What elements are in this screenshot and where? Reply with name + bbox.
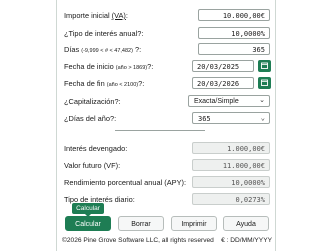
compounding-value: Exacta/Simple xyxy=(194,98,239,105)
principal-label: Importe inicial (VA): xyxy=(64,11,128,20)
start-date-label: Fecha de inicio (año > 1869)?: xyxy=(64,62,154,71)
days-year-row: ¿Días del año?: 365 ⌄ xyxy=(64,112,270,125)
calendar-icon xyxy=(261,62,268,69)
principal-input[interactable]: 10.000,00€ xyxy=(198,9,270,21)
apy-output: 10,0000% xyxy=(192,176,270,188)
rate-label: ¿Tipo de interés anual?: xyxy=(64,29,144,38)
interest-label: Interés devengado: xyxy=(64,144,128,153)
days-year-value: 365 xyxy=(198,115,211,123)
calculate-button[interactable]: Calcular xyxy=(65,216,111,231)
rate-input[interactable]: 10,0000% xyxy=(198,27,270,39)
days-year-label: ¿Días del año?: xyxy=(64,114,117,123)
print-button[interactable]: Imprimir xyxy=(171,216,217,231)
interest-output: 1.000,00€ xyxy=(192,142,270,154)
help-button[interactable]: Ayuda xyxy=(223,216,269,231)
compounding-select[interactable]: Exacta/Simple ⌄ xyxy=(188,95,270,107)
compounding-label: ¿Capitalización?: xyxy=(64,97,121,106)
end-date-row: Fecha de fin (año < 2100)?: 20/03/2026 xyxy=(64,77,271,90)
days-input[interactable]: 365 xyxy=(198,43,270,55)
copyright-text: ©2026 Pine Grove Software LLC, all right… xyxy=(62,237,214,244)
future-value-row: Valor futuro (VF): 11.000,00€ xyxy=(64,159,270,172)
end-date-calendar-button[interactable] xyxy=(258,77,271,89)
calculate-tooltip: Calcular xyxy=(72,203,104,217)
section-divider xyxy=(115,130,205,131)
chevron-down-icon: ⌄ xyxy=(259,97,265,104)
footer: ©2026 Pine Grove Software LLC, all right… xyxy=(62,237,272,244)
start-date-input[interactable]: 20/03/2025 xyxy=(192,60,254,72)
start-date-row: Fecha de inicio (año > 1869)?: 20/03/202… xyxy=(64,60,271,73)
rate-row: ¿Tipo de interés anual?: 10,0000% xyxy=(64,27,270,40)
future-value-label: Valor futuro (VF): xyxy=(64,161,121,170)
clear-button[interactable]: Borrar xyxy=(118,216,164,231)
chevron-down-icon: ⌄ xyxy=(260,114,265,122)
daily-rate-output: 0,0273% xyxy=(192,193,270,205)
locale-text[interactable]: € : DD/MM/YYYY xyxy=(221,237,272,244)
compounding-row: ¿Capitalización?: Exacta/Simple ⌄ xyxy=(64,95,270,108)
future-value-output: 11.000,00€ xyxy=(192,159,270,171)
apy-label: Rendimiento porcentual anual (APY): xyxy=(64,178,187,187)
principal-row: Importe inicial (VA): 10.000,00€ xyxy=(64,9,270,22)
days-label: Días (-9,999 < # < 47,482) ?: xyxy=(64,45,142,54)
interest-row: Interés devengado: 1.000,00€ xyxy=(64,142,270,155)
start-date-calendar-button[interactable] xyxy=(258,60,271,72)
calendar-icon xyxy=(261,79,268,86)
end-date-label: Fecha de fin (año < 2100)?: xyxy=(64,79,145,88)
days-row: Días (-9,999 < # < 47,482) ?: 365 xyxy=(64,43,270,56)
days-year-select[interactable]: 365 ⌄ xyxy=(192,112,270,124)
apy-row: Rendimiento porcentual anual (APY): 10,0… xyxy=(64,176,270,189)
end-date-input[interactable]: 20/03/2026 xyxy=(192,77,254,89)
